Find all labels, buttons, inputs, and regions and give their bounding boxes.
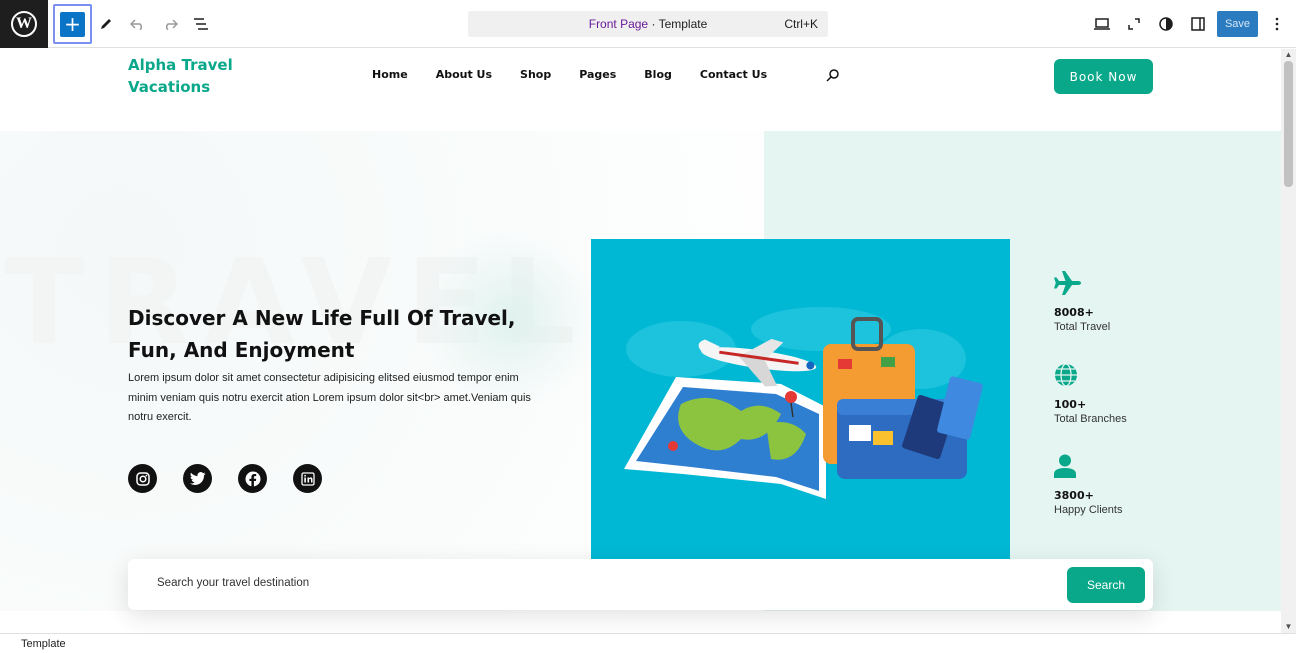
travel-illustration-graphic (624, 307, 983, 499)
stat-total-travel: 8008+ Total Travel (1054, 271, 1174, 333)
globe-icon (1055, 363, 1077, 387)
hero-description: Lorem ipsum dolor sit amet consectetur a… (128, 372, 531, 423)
instagram-link[interactable] (128, 464, 157, 493)
hero-title: Discover A New Life Full Of Travel, Fun,… (128, 306, 516, 362)
sidebar-icon (1191, 17, 1205, 31)
settings-sidebar-button[interactable] (1186, 12, 1210, 36)
editor-footer: Template (0, 633, 1296, 653)
nav-shop[interactable]: Shop (520, 68, 551, 81)
scroll-up-arrow[interactable]: ▲ (1284, 51, 1293, 59)
airplane-icon (1054, 271, 1081, 295)
twitter-icon (189, 472, 205, 485)
search-icon[interactable] (826, 68, 840, 82)
stat-label: Happy Clients (1054, 504, 1123, 516)
destination-search-input[interactable]: Search your travel destination (157, 577, 309, 589)
tools-pencil-button[interactable] (94, 12, 118, 36)
device-preview-button[interactable] (1090, 12, 1114, 36)
stat-label: Total Branches (1054, 413, 1127, 425)
redo-icon (165, 19, 178, 30)
redo-button[interactable] (158, 12, 182, 36)
nav-pages[interactable]: Pages (579, 68, 616, 81)
site-navigation: Home About Us Shop Pages Blog Contact Us (372, 68, 795, 81)
editor-canvas[interactable]: Alpha Travel Vacations Home About Us Sho… (0, 49, 1281, 633)
stat-value: 100+ (1054, 398, 1087, 411)
list-view-icon (194, 18, 208, 30)
social-links (128, 464, 322, 493)
destination-search-bar: Search your travel destination Search (128, 559, 1153, 610)
stat-value: 8008+ (1054, 306, 1094, 319)
save-button[interactable]: Save (1217, 11, 1258, 37)
stat-happy-clients: 3800+ Happy Clients (1054, 454, 1174, 516)
more-vertical-icon (1275, 17, 1279, 31)
linkedin-link[interactable] (293, 464, 322, 493)
site-brand[interactable]: Alpha Travel Vacations (128, 54, 268, 98)
options-menu-button[interactable] (1265, 12, 1289, 36)
nav-blog[interactable]: Blog (644, 68, 672, 81)
wordpress-logo-button[interactable]: W (0, 0, 48, 48)
block-breadcrumb[interactable]: Template (21, 638, 66, 650)
instagram-icon (135, 471, 150, 486)
contrast-icon (1159, 17, 1173, 31)
document-title: Front Page · Template (468, 17, 828, 31)
scrollbar-thumb[interactable] (1284, 61, 1293, 187)
block-inserter-button[interactable]: + (60, 11, 85, 37)
nav-contact-us[interactable]: Contact Us (700, 68, 767, 81)
wordpress-icon: W (11, 11, 37, 37)
stat-label: Total Travel (1054, 321, 1111, 333)
book-now-button[interactable]: Book Now (1054, 59, 1153, 94)
fullscreen-icon (1128, 18, 1140, 30)
stat-value: 3800+ (1054, 489, 1094, 502)
editor-toolbar: W + Front Page · Template Ctrl+K Save (0, 0, 1296, 48)
scroll-down-arrow[interactable]: ▼ (1284, 623, 1293, 631)
twitter-link[interactable] (183, 464, 212, 493)
undo-button[interactable] (126, 12, 150, 36)
search-button[interactable]: Search (1067, 567, 1145, 603)
command-shortcut: Ctrl+K (784, 17, 818, 31)
canvas-scrollbar[interactable]: ▲ ▼ (1281, 49, 1296, 633)
facebook-link[interactable] (238, 464, 267, 493)
desktop-icon (1094, 18, 1110, 30)
user-icon (1054, 454, 1076, 478)
document-overview-button[interactable] (189, 12, 213, 36)
document-name: Front Page (588, 17, 649, 31)
pencil-icon (101, 19, 111, 29)
document-type: Template (658, 17, 708, 31)
stat-total-branches: 100+ Total Branches (1054, 363, 1174, 425)
travel-illustration (591, 239, 1010, 559)
linkedin-icon (300, 471, 315, 486)
zoom-out-button[interactable] (1122, 12, 1146, 36)
nav-about-us[interactable]: About Us (436, 68, 492, 81)
styles-button[interactable] (1154, 12, 1178, 36)
facebook-icon (245, 471, 260, 487)
title-separator: · (648, 17, 659, 31)
undo-icon (130, 19, 143, 30)
block-inserter-focus-ring: + (53, 4, 92, 44)
nav-home[interactable]: Home (372, 68, 408, 81)
command-palette-bar[interactable]: Front Page · Template Ctrl+K (468, 11, 828, 37)
